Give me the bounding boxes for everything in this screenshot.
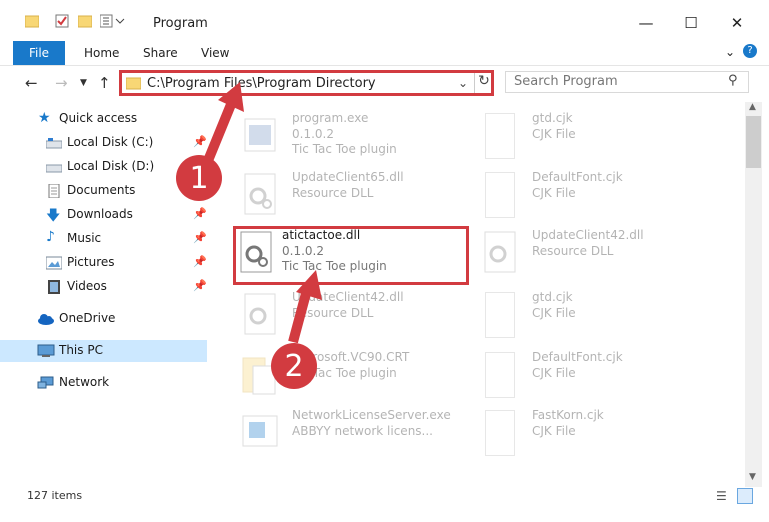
vertical-scrollbar[interactable]: ▲ ▼ [745, 102, 762, 487]
arrow-2-head [296, 270, 322, 300]
status-bar: 127 items ☰ [0, 486, 769, 508]
callout-1: 1 [176, 155, 222, 201]
annotation-arrows [200, 82, 322, 344]
scroll-up-icon[interactable]: ▲ [749, 102, 756, 112]
scroll-thumb[interactable] [746, 116, 761, 168]
large-icons-view-icon[interactable] [737, 488, 753, 504]
item-count: 127 items [27, 489, 83, 502]
scroll-down-icon[interactable]: ▼ [749, 472, 756, 482]
callout-2: 2 [271, 343, 317, 389]
details-view-icon[interactable]: ☰ [716, 489, 727, 503]
